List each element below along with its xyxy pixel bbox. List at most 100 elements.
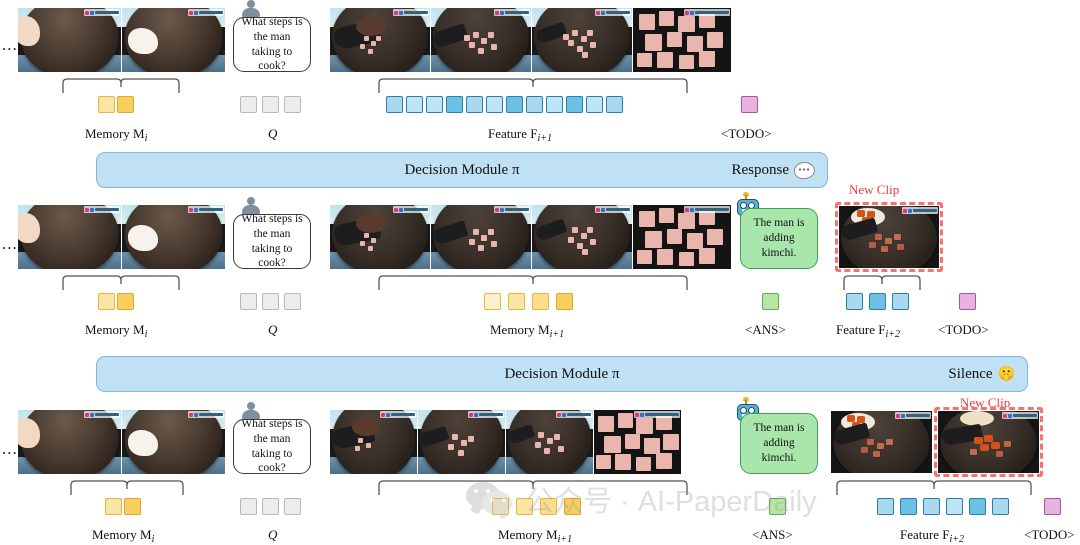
feature-token[interactable] xyxy=(969,498,986,515)
video-frame xyxy=(633,8,731,72)
memory-token[interactable] xyxy=(532,293,549,310)
new-clip-label: New Clip xyxy=(960,395,1011,410)
memory-token[interactable] xyxy=(98,293,115,310)
memory-next-brace xyxy=(378,275,688,291)
query-label: Q xyxy=(268,527,278,542)
decision-outcome: Silence 🤫 xyxy=(948,366,1015,383)
new-clip-label: New Clip xyxy=(849,182,900,197)
query-label: Q xyxy=(268,126,278,141)
feature-token[interactable] xyxy=(386,96,403,113)
video-frame xyxy=(122,205,225,269)
feature-token[interactable] xyxy=(426,96,443,113)
memory-token[interactable] xyxy=(105,498,122,515)
todo-token[interactable] xyxy=(1044,498,1061,515)
video-frame xyxy=(633,205,731,269)
feature-token[interactable] xyxy=(566,96,583,113)
query-token[interactable] xyxy=(262,96,279,113)
ans-label: <ANS> xyxy=(745,322,786,337)
todo-label: <TODO> xyxy=(938,322,989,337)
video-frame xyxy=(431,8,531,72)
feature-token[interactable] xyxy=(946,498,963,515)
feature-token[interactable] xyxy=(486,96,503,113)
memory-token[interactable] xyxy=(492,498,509,515)
query-token[interactable] xyxy=(240,498,257,515)
todo-token[interactable] xyxy=(741,96,758,113)
query-token[interactable] xyxy=(284,96,301,113)
ans-label: <ANS> xyxy=(752,527,793,542)
video-frame xyxy=(532,8,632,72)
memory-token[interactable] xyxy=(117,293,134,310)
memory-token[interactable] xyxy=(516,498,533,515)
feature-token[interactable] xyxy=(606,96,623,113)
memory-next-label: Memory Mi+1 xyxy=(498,527,573,545)
ans-token[interactable] xyxy=(769,498,786,515)
video-frame xyxy=(330,8,430,72)
memory-token[interactable] xyxy=(124,498,141,515)
video-frame xyxy=(18,205,121,269)
memory-label: Memory Mi xyxy=(85,126,148,144)
decision-outcome: Response xyxy=(731,161,815,179)
todo-label: <TODO> xyxy=(721,126,772,141)
video-frame xyxy=(418,410,505,474)
decision-module-label: Decision Module π xyxy=(404,161,520,178)
feature-token[interactable] xyxy=(892,293,909,310)
video-frame xyxy=(431,205,531,269)
feature-token[interactable] xyxy=(992,498,1009,515)
memory-token[interactable] xyxy=(98,96,115,113)
video-frame-new-clip xyxy=(839,206,939,268)
figure-canvas: ... What steps is the man taking to cook… xyxy=(0,0,1080,545)
question-bubble: What steps is the man taking to cook? xyxy=(233,16,311,72)
ans-token[interactable] xyxy=(762,293,779,310)
memory-brace xyxy=(70,480,184,496)
video-frame xyxy=(594,410,681,474)
feature-brace xyxy=(836,480,1032,496)
video-frame xyxy=(330,410,417,474)
feature-token[interactable] xyxy=(900,498,917,515)
feature-token[interactable] xyxy=(546,96,563,113)
video-frame xyxy=(18,410,121,474)
query-token[interactable] xyxy=(240,96,257,113)
memory-brace xyxy=(62,78,180,94)
memory-token[interactable] xyxy=(484,293,501,310)
decision-module-bar[interactable]: Decision Module π Silence 🤫 xyxy=(96,356,1028,392)
memory-token[interactable] xyxy=(117,96,134,113)
query-token[interactable] xyxy=(284,293,301,310)
feature-token[interactable] xyxy=(869,293,886,310)
memory-token[interactable] xyxy=(556,293,573,310)
answer-bubble: The man is adding kimchi. xyxy=(740,208,818,269)
feature-brace xyxy=(378,78,688,94)
decision-module-label: Decision Module π xyxy=(504,365,620,382)
query-token[interactable] xyxy=(284,498,301,515)
feature-token[interactable] xyxy=(406,96,423,113)
decision-module-bar[interactable]: Decision Module π Response xyxy=(96,152,828,188)
decision-outcome-label: Response xyxy=(731,161,790,178)
feature-token[interactable] xyxy=(506,96,523,113)
feature-label: Feature Fi+1 xyxy=(488,126,552,144)
video-frame xyxy=(506,410,593,474)
feature-token[interactable] xyxy=(586,96,603,113)
todo-token[interactable] xyxy=(959,293,976,310)
query-token[interactable] xyxy=(262,498,279,515)
memory-token[interactable] xyxy=(508,293,525,310)
memory-token[interactable] xyxy=(564,498,581,515)
query-token[interactable] xyxy=(240,293,257,310)
video-frame xyxy=(122,410,225,474)
decision-outcome-label: Silence xyxy=(948,365,993,382)
feature-token[interactable] xyxy=(446,96,463,113)
feature-token[interactable] xyxy=(846,293,863,310)
feature-token[interactable] xyxy=(526,96,543,113)
memory-token[interactable] xyxy=(540,498,557,515)
feature-token[interactable] xyxy=(923,498,940,515)
memory-brace xyxy=(62,275,180,291)
memory-next-brace xyxy=(378,480,688,496)
query-label: Q xyxy=(268,322,278,337)
memory-label: Memory Mi xyxy=(85,322,148,340)
memory-label: Memory Mi xyxy=(92,527,155,545)
question-bubble: What steps is the man taking to cook? xyxy=(233,213,311,269)
feature-label: Feature Fi+2 xyxy=(900,527,964,545)
row1-ellipsis: ... xyxy=(2,35,18,54)
question-bubble: What steps is the man taking to cook? xyxy=(233,418,311,474)
feature-token[interactable] xyxy=(466,96,483,113)
query-token[interactable] xyxy=(262,293,279,310)
feature-token[interactable] xyxy=(877,498,894,515)
